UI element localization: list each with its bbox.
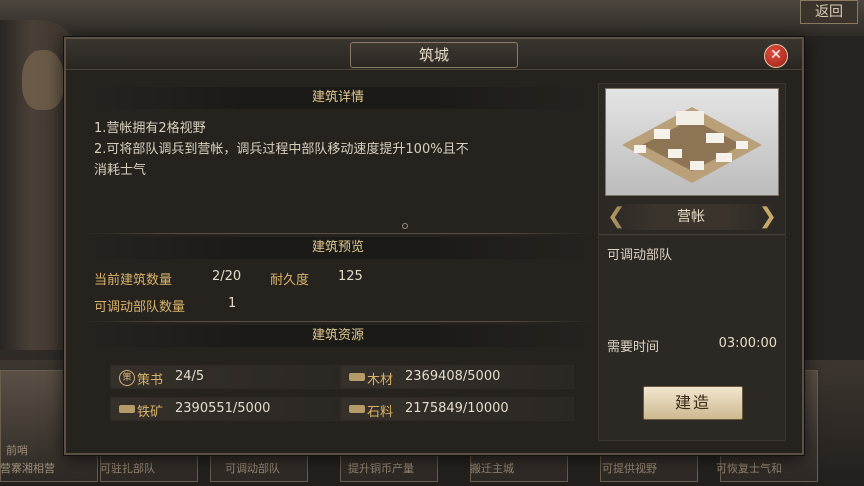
top-bar-background [0,0,864,36]
bg-caption: 可恢复士气和 [716,462,782,475]
building-preview-image [605,88,779,196]
resource-name: 铁矿 [137,405,164,420]
bg-caption: 可提供视野 [602,462,657,475]
strategy-book-icon: 策 [119,370,135,386]
bg-caption: 可驻扎部队 [100,462,155,475]
building-panel: ❮ 营帐 ❯ 可调动部队 需要时间 03:00:00 建造 [598,83,786,441]
resource-iron: 铁矿 2390551/5000 [110,397,344,421]
resource-strategy-book: 策 策书 24/5 [110,365,344,389]
bg-caption: 前哨 [6,444,28,457]
stone-icon [349,405,365,413]
details-heading: 建筑详情 [84,87,592,109]
iron-icon [119,405,135,413]
durability-label: 耐久度 [270,273,310,288]
durability-value: 125 [338,269,363,284]
divider [599,234,785,235]
details-line: 2.可将部队调兵到营帐，调兵过程中部队移动速度提升100%且不 [94,142,469,157]
troops-label: 可调动部队数量 [94,300,186,315]
build-dialog: 筑城 ✕ 建筑详情 1.营帐拥有2格视野 2.可将部队调兵到营帐，调兵过程中部队… [64,37,804,455]
dialog-title: 筑城 [350,42,518,68]
divider [84,233,592,234]
build-time-label: 需要时间 [607,340,660,355]
decorative-dot [402,223,408,229]
resources-heading: 建筑资源 [84,325,592,347]
resource-name: 石料 [367,405,394,420]
current-count-label: 当前建筑数量 [94,273,173,288]
close-icon[interactable]: ✕ [764,44,788,68]
current-count-value: 2/20 [212,269,242,284]
bg-caption: 提升铜币产量 [348,462,414,475]
build-button[interactable]: 建造 [643,386,743,420]
resource-wood: 木材 2369408/5000 [340,365,574,389]
building-description: 可调动部队 [607,248,673,263]
resource-name: 木材 [367,373,394,388]
resource-value: 2175849/10000 [405,401,509,416]
resource-value: 2390551/5000 [175,401,271,416]
info-panel: 建筑详情 1.营帐拥有2格视野 2.可将部队调兵到营帐，调兵过程中部队移动速度提… [84,83,592,439]
next-building-arrow-icon[interactable]: ❯ [759,204,777,230]
wood-icon [349,373,365,381]
building-name: 营帐 [605,204,777,230]
preview-heading: 建筑预览 [84,237,592,259]
build-time-value: 03:00:00 [718,336,777,351]
troops-value: 1 [228,296,237,311]
resource-value: 24/5 [175,369,205,384]
divider [84,321,592,322]
bg-caption: 可调动部队 [225,462,280,475]
resource-name: 策书 [137,373,164,388]
resource-value: 2369408/5000 [405,369,501,384]
resource-stone: 石料 2175849/10000 [340,397,574,421]
details-line: 消耗士气 [94,163,147,178]
dialog-title-bar: 筑城 ✕ [66,39,802,70]
details-line: 1.营帐拥有2格视野 [94,121,206,136]
bg-caption: 搬迁主城 [470,462,514,475]
bg-caption: 营寨湘相营 [0,462,55,475]
back-button[interactable]: 返回 [800,0,858,24]
